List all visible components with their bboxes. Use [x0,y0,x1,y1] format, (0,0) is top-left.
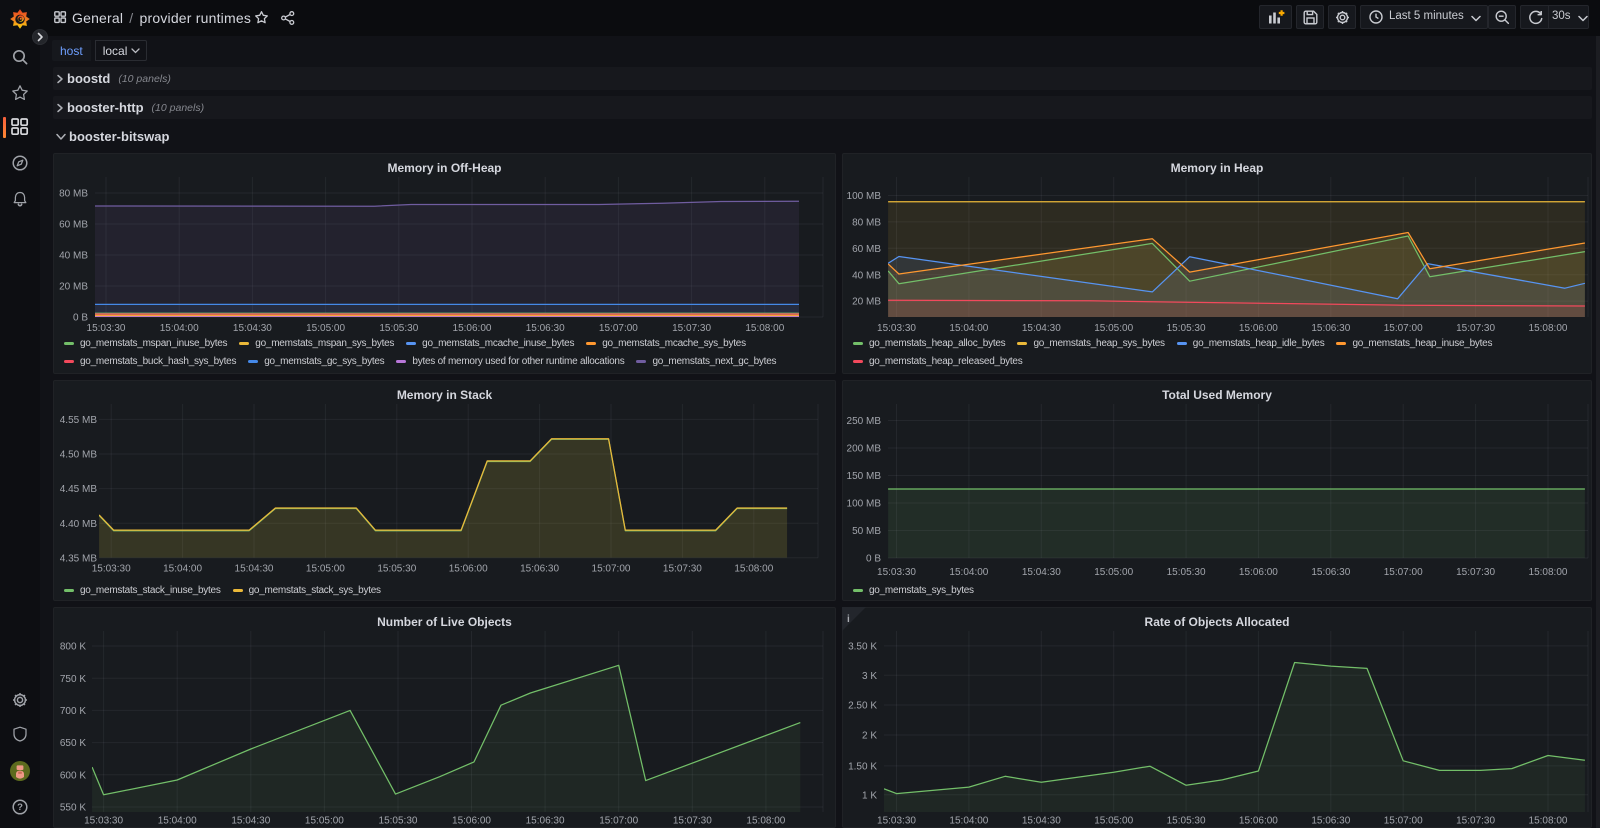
svg-text:650 K: 650 K [60,738,86,749]
svg-text:15:05:00: 15:05:00 [1094,323,1133,334]
svg-text:550 K: 550 K [60,803,86,814]
svg-text:15:07:00: 15:07:00 [1384,567,1423,578]
svg-text:15:07:30: 15:07:30 [672,323,711,334]
svg-text:15:06:30: 15:06:30 [526,323,565,334]
svg-text:750 K: 750 K [60,674,86,685]
svg-text:150 MB: 150 MB [847,471,882,482]
svg-text:20 MB: 20 MB [852,297,881,308]
svg-text:15:04:00: 15:04:00 [949,567,988,578]
svg-text:200 MB: 200 MB [847,444,882,455]
svg-text:15:06:30: 15:06:30 [1311,816,1350,827]
svg-text:15:03:30: 15:03:30 [877,567,916,578]
svg-text:15:04:00: 15:04:00 [163,564,202,575]
svg-text:60 MB: 60 MB [852,244,881,255]
svg-text:15:08:00: 15:08:00 [746,816,785,827]
svg-text:15:06:00: 15:06:00 [1239,567,1278,578]
svg-text:15:04:00: 15:04:00 [949,816,988,827]
svg-text:15:06:00: 15:06:00 [1239,323,1278,334]
svg-text:15:06:30: 15:06:30 [1311,567,1350,578]
svg-text:15:05:30: 15:05:30 [379,323,418,334]
svg-text:15:07:00: 15:07:00 [1384,816,1423,827]
svg-text:?: ? [17,802,23,813]
svg-text:15:04:30: 15:04:30 [1022,816,1061,827]
svg-text:4.55 MB: 4.55 MB [60,415,98,426]
svg-text:i: i [847,614,850,625]
svg-text:15:03:30: 15:03:30 [87,323,126,334]
svg-text:80 MB: 80 MB [852,218,881,229]
svg-text:15:04:30: 15:04:30 [233,323,272,334]
svg-text:15:04:30: 15:04:30 [235,564,274,575]
svg-text:1 K: 1 K [862,790,877,801]
svg-text:15:07:00: 15:07:00 [592,564,631,575]
svg-text:1.50 K: 1.50 K [848,762,877,773]
svg-text:15:07:00: 15:07:00 [599,816,638,827]
svg-text:15:05:00: 15:05:00 [1094,816,1133,827]
svg-text:15:05:00: 15:05:00 [306,564,345,575]
svg-text:15:03:30: 15:03:30 [877,323,916,334]
svg-text:15:07:30: 15:07:30 [673,816,712,827]
svg-text:2 K: 2 K [862,731,877,742]
svg-text:15:05:30: 15:05:30 [1167,567,1206,578]
svg-text:2.50 K: 2.50 K [848,701,877,712]
svg-text:15:04:30: 15:04:30 [1022,323,1061,334]
svg-text:60 MB: 60 MB [59,220,88,231]
svg-text:4.45 MB: 4.45 MB [60,484,98,495]
svg-text:250 MB: 250 MB [847,416,882,427]
svg-text:15:05:30: 15:05:30 [1167,816,1206,827]
svg-text:3 K: 3 K [862,671,877,682]
svg-text:15:05:00: 15:05:00 [305,816,344,827]
svg-text:15:06:00: 15:06:00 [453,323,492,334]
svg-text:15:06:00: 15:06:00 [449,564,488,575]
svg-text:15:04:00: 15:04:00 [160,323,199,334]
svg-text:20 MB: 20 MB [59,282,88,293]
svg-text:15:05:30: 15:05:30 [379,816,418,827]
svg-text:80 MB: 80 MB [59,189,88,200]
svg-text:4.50 MB: 4.50 MB [60,450,98,461]
svg-text:15:07:00: 15:07:00 [1384,323,1423,334]
svg-text:15:08:00: 15:08:00 [734,564,773,575]
svg-text:15:08:00: 15:08:00 [1529,567,1568,578]
svg-text:600 K: 600 K [60,770,86,781]
svg-text:15:05:00: 15:05:00 [306,323,345,334]
svg-text:100 MB: 100 MB [847,191,882,202]
svg-text:15:03:30: 15:03:30 [84,816,123,827]
svg-text:40 MB: 40 MB [59,251,88,262]
svg-text:15:08:00: 15:08:00 [1529,816,1568,827]
svg-text:15:05:30: 15:05:30 [377,564,416,575]
svg-text:100 MB: 100 MB [847,499,882,510]
svg-text:15:06:00: 15:06:00 [452,816,491,827]
svg-text:15:07:00: 15:07:00 [599,323,638,334]
svg-text:15:07:30: 15:07:30 [1456,323,1495,334]
svg-text:15:04:00: 15:04:00 [158,816,197,827]
svg-text:15:07:30: 15:07:30 [663,564,702,575]
svg-text:15:03:30: 15:03:30 [877,816,916,827]
svg-text:700 K: 700 K [60,706,86,717]
svg-text:15:05:00: 15:05:00 [1094,567,1133,578]
svg-text:15:03:30: 15:03:30 [92,564,131,575]
svg-text:800 K: 800 K [60,642,86,653]
svg-text:15:07:30: 15:07:30 [1456,816,1495,827]
svg-text:15:06:30: 15:06:30 [1311,323,1350,334]
svg-text:15:04:00: 15:04:00 [949,323,988,334]
svg-text:15:05:30: 15:05:30 [1167,323,1206,334]
svg-text:15:06:00: 15:06:00 [1239,816,1278,827]
svg-text:0 B: 0 B [73,313,88,324]
svg-text:15:08:00: 15:08:00 [745,323,784,334]
svg-text:4.40 MB: 4.40 MB [60,519,98,530]
svg-text:40 MB: 40 MB [852,270,881,281]
svg-text:15:06:30: 15:06:30 [526,816,565,827]
svg-text:50 MB: 50 MB [852,526,881,537]
svg-text:15:06:30: 15:06:30 [520,564,559,575]
svg-text:15:04:30: 15:04:30 [1022,567,1061,578]
svg-text:0 B: 0 B [866,554,881,565]
svg-text:3.50 K: 3.50 K [848,642,877,653]
svg-text:15:04:30: 15:04:30 [231,816,270,827]
svg-text:15:08:00: 15:08:00 [1529,323,1568,334]
svg-text:15:07:30: 15:07:30 [1456,567,1495,578]
